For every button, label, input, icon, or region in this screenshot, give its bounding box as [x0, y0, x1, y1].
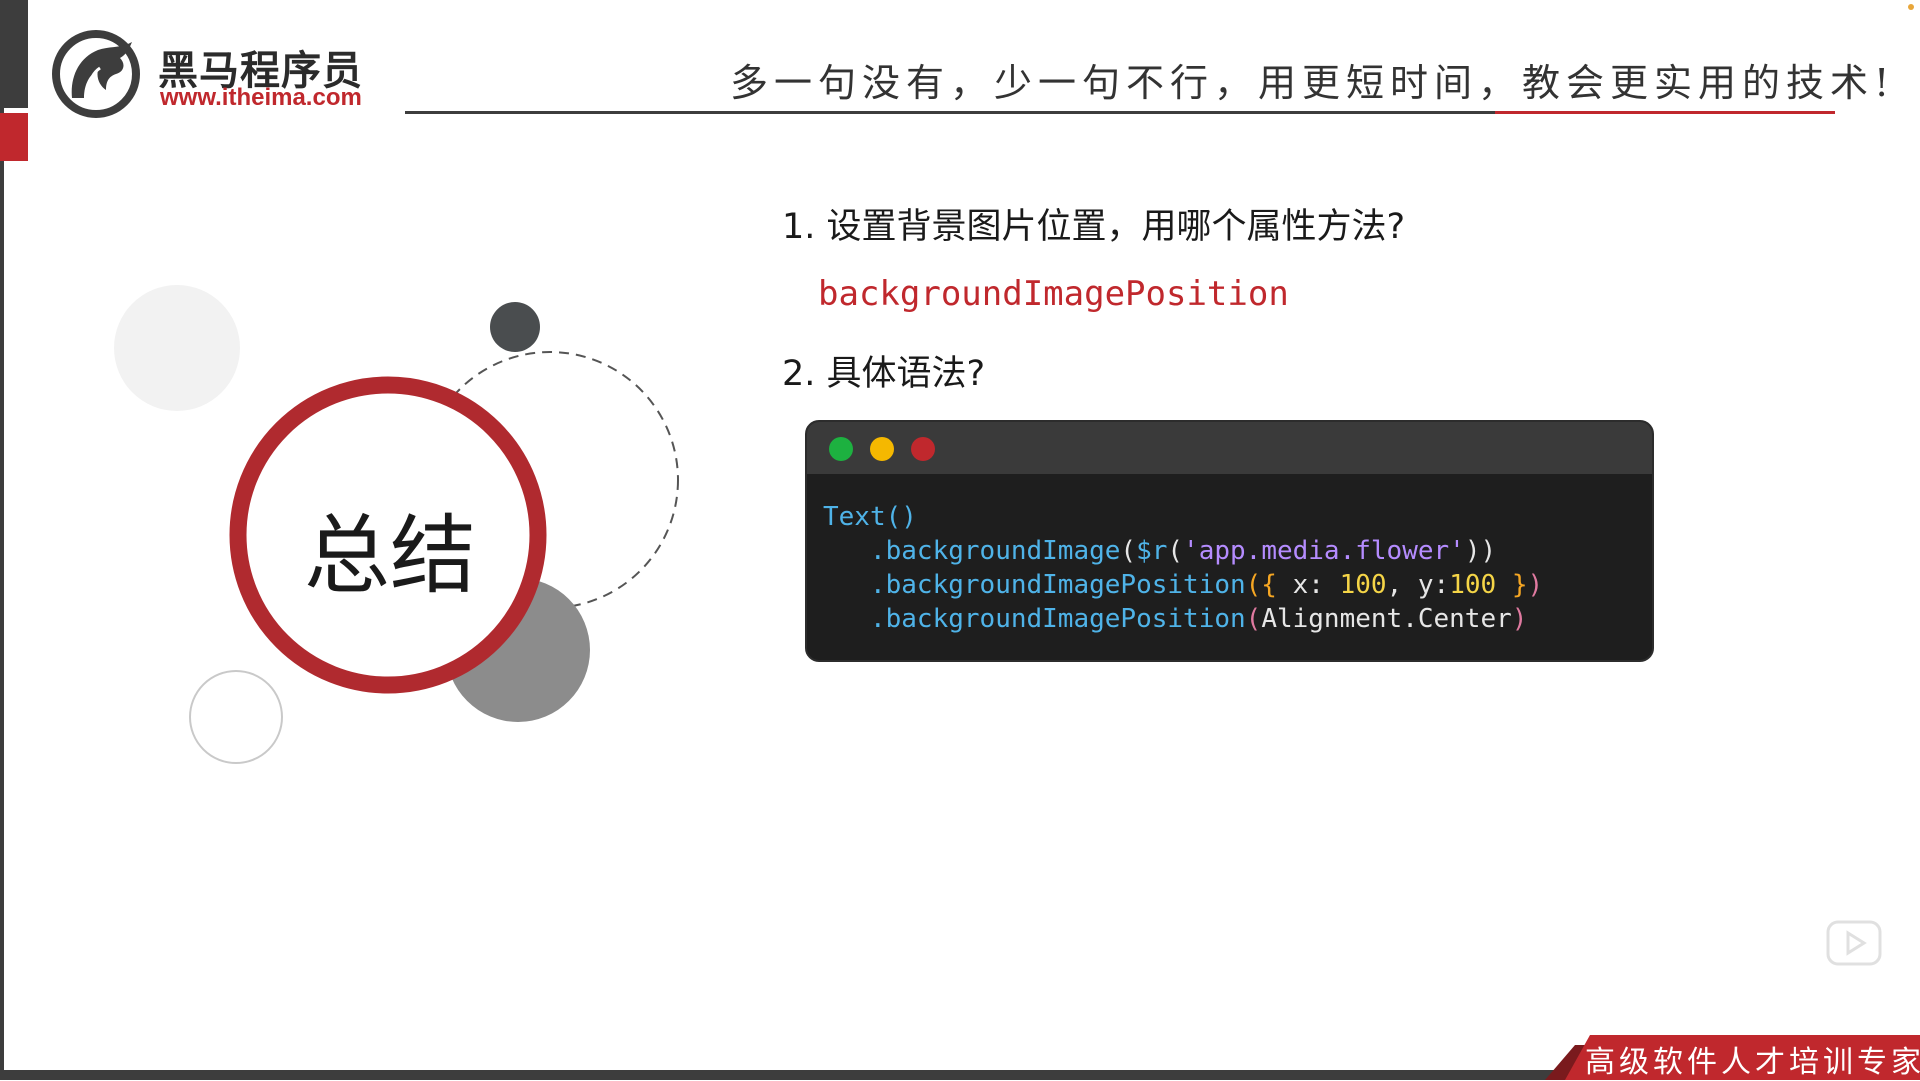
brand-url: www.itheima.com: [160, 84, 362, 111]
deco-circle-light: [114, 285, 240, 411]
question-2: 2. 具体语法?: [782, 354, 986, 394]
header-slogan: 多一句没有，少一句不行，用更短时间，教会更实用的技术!: [730, 61, 1896, 105]
code-line-1: Text(): [823, 502, 917, 532]
code-line-3-y-key: y:: [1417, 570, 1450, 600]
deco-circle-outline: [189, 670, 283, 764]
code-line-3-x-key: x:: [1292, 570, 1324, 600]
code-line-2-fn: $r: [1136, 536, 1168, 566]
code-line-3-y-value: 100: [1449, 570, 1497, 600]
footer-tagline: 高级软件人才培训专家: [1585, 1045, 1920, 1080]
code-line-2-string: 'app.media.flower': [1183, 536, 1465, 566]
window-minimize-dot: [870, 437, 894, 461]
window-maximize-dot: [829, 437, 853, 461]
question-1: 1. 设置背景图片位置，用哪个属性方法?: [782, 207, 1406, 247]
left-edge-line: [0, 0, 4, 1080]
play-icon[interactable]: [1826, 918, 1882, 968]
left-accent-dark: [0, 0, 28, 108]
code-line-3-method: .backgroundImagePosition: [869, 570, 1246, 600]
horse-logo-icon: [52, 30, 140, 118]
left-accent-red: [0, 113, 28, 161]
window-close-dot: [911, 437, 935, 461]
code-titlebar: [807, 422, 1652, 474]
corner-indicator-dot: [1908, 4, 1914, 10]
code-line-4-arg: Alignment.Center: [1261, 604, 1512, 634]
header-divider-accent: [1495, 111, 1835, 114]
code-line-2-method: .backgroundImage: [869, 536, 1121, 566]
deco-circle-dark-small: [490, 302, 540, 352]
answer-1: backgroundImagePosition: [818, 274, 1289, 314]
code-block: Text() .backgroundImage($r('app.media.fl…: [823, 502, 1544, 634]
code-line-4-method: .backgroundImagePosition: [869, 604, 1246, 634]
summary-title: 总结: [304, 506, 476, 606]
code-window: Text() .backgroundImage($r('app.media.fl…: [805, 420, 1654, 662]
code-line-3-x-value: 100: [1339, 570, 1387, 600]
